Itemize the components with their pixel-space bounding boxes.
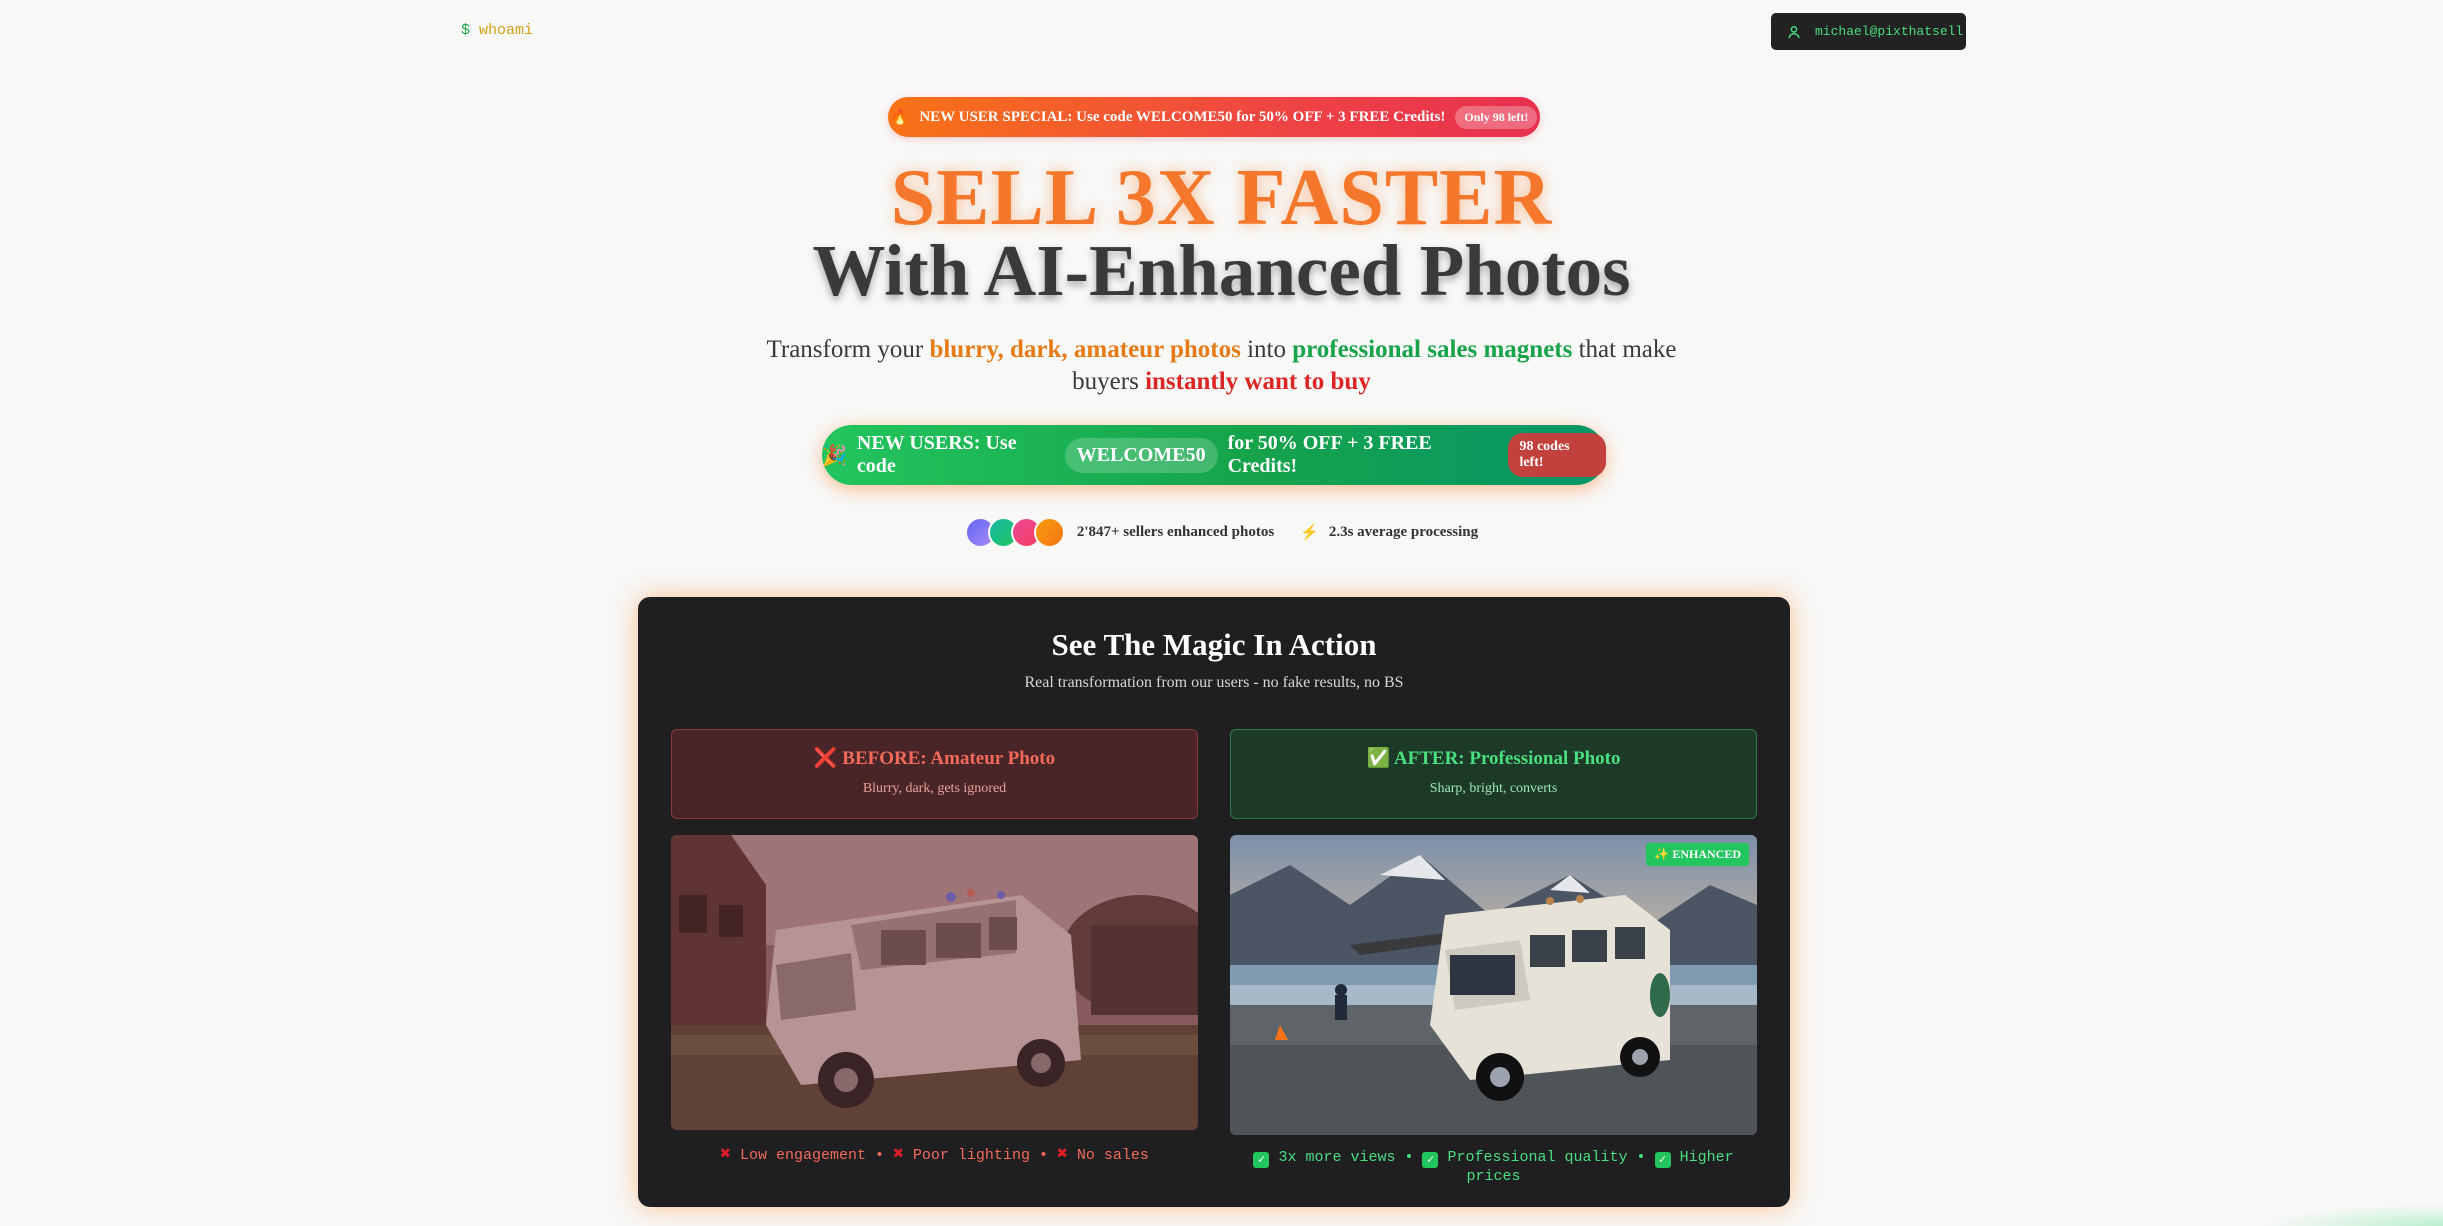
desc-text-2: into	[1240, 336, 1293, 363]
promo-banner-text: NEW USER SPECIAL: Use code WELCOME50 for…	[919, 108, 1446, 125]
before-photo	[671, 835, 1198, 1130]
desc-highlight-good: professional sales magnets	[1292, 336, 1573, 363]
hero-subheadline: With AI-Enhanced Photos	[812, 230, 1631, 311]
before-desc: Blurry, dark, gets ignored	[862, 781, 1007, 796]
avatar-stack	[964, 517, 1065, 548]
fire-icon: 🔥	[890, 109, 910, 126]
check-icon: ✅	[1366, 748, 1391, 769]
cross-icon: ✖	[893, 1145, 904, 1165]
cta-post-text: for 50% OFF + 3 FREE Credits!	[1227, 432, 1432, 477]
check-icon: ✓	[1253, 1152, 1270, 1168]
cross-icon: ✖	[1056, 1145, 1068, 1165]
cross-icon: ✖	[720, 1145, 731, 1165]
promo-banner[interactable]: 🔥 NEW USER SPECIAL: Use code WELCOME50 f…	[888, 97, 1540, 137]
user-email: michael@pixthatsell	[1815, 24, 1964, 39]
before-title: ❌ BEFORE: Amateur Photo	[813, 748, 1056, 769]
user-icon	[1788, 25, 1800, 38]
party-icon: 🎉	[822, 444, 847, 467]
floating-widget-glow	[2263, 1204, 2443, 1226]
showcase-title: See The Magic In Action	[1051, 627, 1377, 662]
codes-left-badge: 98 codes left!	[1508, 433, 1606, 477]
avatar	[1033, 517, 1065, 548]
check-icon: ✓	[1422, 1152, 1439, 1168]
promo-code[interactable]: WELCOME50	[1064, 437, 1218, 473]
before-after-showcase: See The Magic In Action Real transformat…	[638, 597, 1790, 1207]
after-caption: ✓ 3x more views • ✓ Professional quality…	[1230, 1149, 1757, 1185]
desc-highlight-urgent: instantly want to buy	[1145, 368, 1371, 395]
processing-time: 2.3s average processing	[1328, 524, 1479, 540]
prompt-command: whoami	[479, 22, 534, 39]
promo-remaining-badge: Only 98 left!	[1455, 105, 1538, 129]
desc-highlight-bad: blurry, dark, amateur photos	[929, 336, 1241, 363]
showcase-subtitle: Real transformation from our users - no …	[1024, 674, 1404, 691]
promo-cta-button[interactable]: 🎉 NEW USERS: Use code WELCOME50 for 50% …	[822, 425, 1606, 485]
user-account-button[interactable]: michael@pixthatsell	[1771, 13, 1966, 50]
cross-icon: ❌	[813, 748, 838, 769]
whoami-prompt[interactable]: $ whoami	[461, 22, 533, 39]
sellers-count: 2'847+ sellers enhanced photos	[1076, 524, 1275, 540]
after-photo: ✨ ENHANCED	[1230, 835, 1757, 1135]
lightning-icon: ⚡	[1300, 525, 1319, 541]
after-desc: Sharp, bright, converts	[1429, 781, 1558, 796]
prompt-symbol: $	[461, 22, 471, 39]
hero-description: Transform your blurry, dark, amateur pho…	[760, 334, 1683, 398]
before-label: ❌ BEFORE: Amateur Photo Blurry, dark, ge…	[671, 729, 1198, 819]
cta-pre-text: NEW USERS: Use code	[856, 432, 1017, 477]
enhanced-badge: ✨ ENHANCED	[1646, 843, 1749, 866]
check-icon: ✓	[1654, 1152, 1671, 1168]
after-title: ✅ AFTER: Professional Photo	[1366, 748, 1621, 769]
social-proof: 2'847+ sellers enhanced photos ⚡ 2.3s av…	[0, 517, 2443, 548]
after-label: ✅ AFTER: Professional Photo Sharp, brigh…	[1230, 729, 1757, 819]
before-caption: ✖ Low engagement • ✖ Poor lighting • ✖ N…	[720, 1145, 1149, 1165]
desc-text-1: Transform your	[766, 336, 930, 363]
